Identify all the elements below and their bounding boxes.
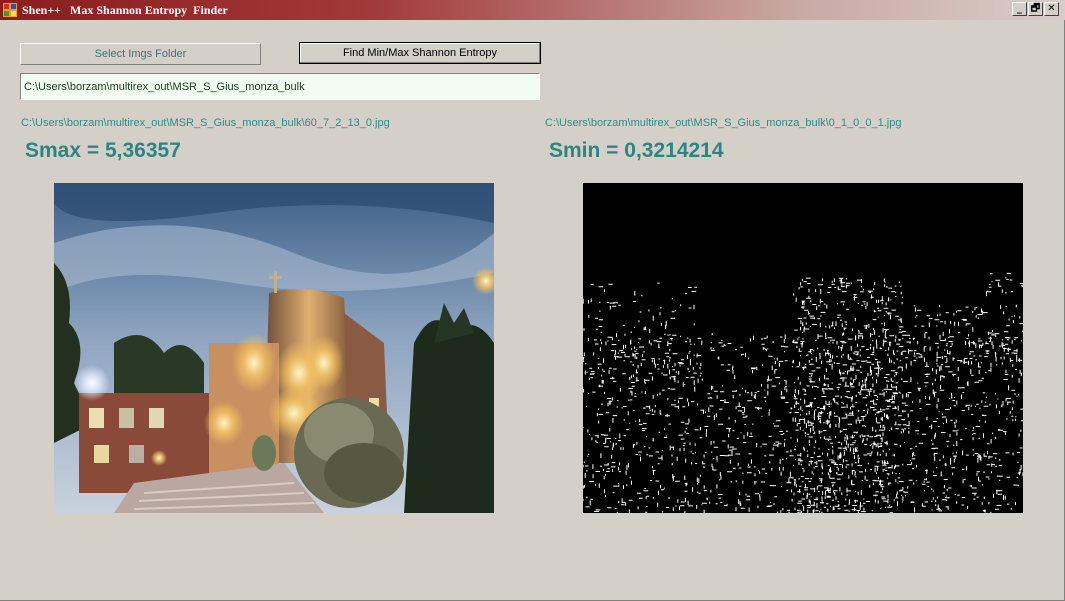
max-entropy-value: Smax = 5,36357 xyxy=(25,139,181,162)
min-file-path: C:\Users\borzam\multirex_out\MSR_S_Gius_… xyxy=(545,117,902,129)
app-window: Shen++ Max Shannon Entropy Finder _ 🗗 ✕ … xyxy=(0,0,1065,601)
app-icon xyxy=(3,3,17,17)
min-entropy-value: Smin = 0,3214214 xyxy=(549,139,724,162)
max-file-path: C:\Users\borzam\multirex_out\MSR_S_Gius_… xyxy=(21,117,390,129)
select-folder-button[interactable]: Select Imgs Folder xyxy=(20,43,261,65)
max-entropy-image xyxy=(54,183,494,513)
close-button[interactable]: ✕ xyxy=(1044,2,1059,16)
title-bar[interactable]: Shen++ Max Shannon Entropy Finder _ 🗗 ✕ xyxy=(0,0,1065,20)
window-title: Shen++ Max Shannon Entropy Finder xyxy=(22,3,228,17)
restore-button[interactable]: 🗗 xyxy=(1028,2,1043,16)
minimize-button[interactable]: _ xyxy=(1012,2,1027,16)
folder-path-input[interactable] xyxy=(20,73,540,100)
find-entropy-button[interactable]: Find Min/Max Shannon Entropy xyxy=(299,42,541,64)
edge-strokes xyxy=(583,272,1023,513)
min-entropy-image xyxy=(583,183,1023,513)
window-controls: _ 🗗 ✕ xyxy=(1012,2,1059,16)
